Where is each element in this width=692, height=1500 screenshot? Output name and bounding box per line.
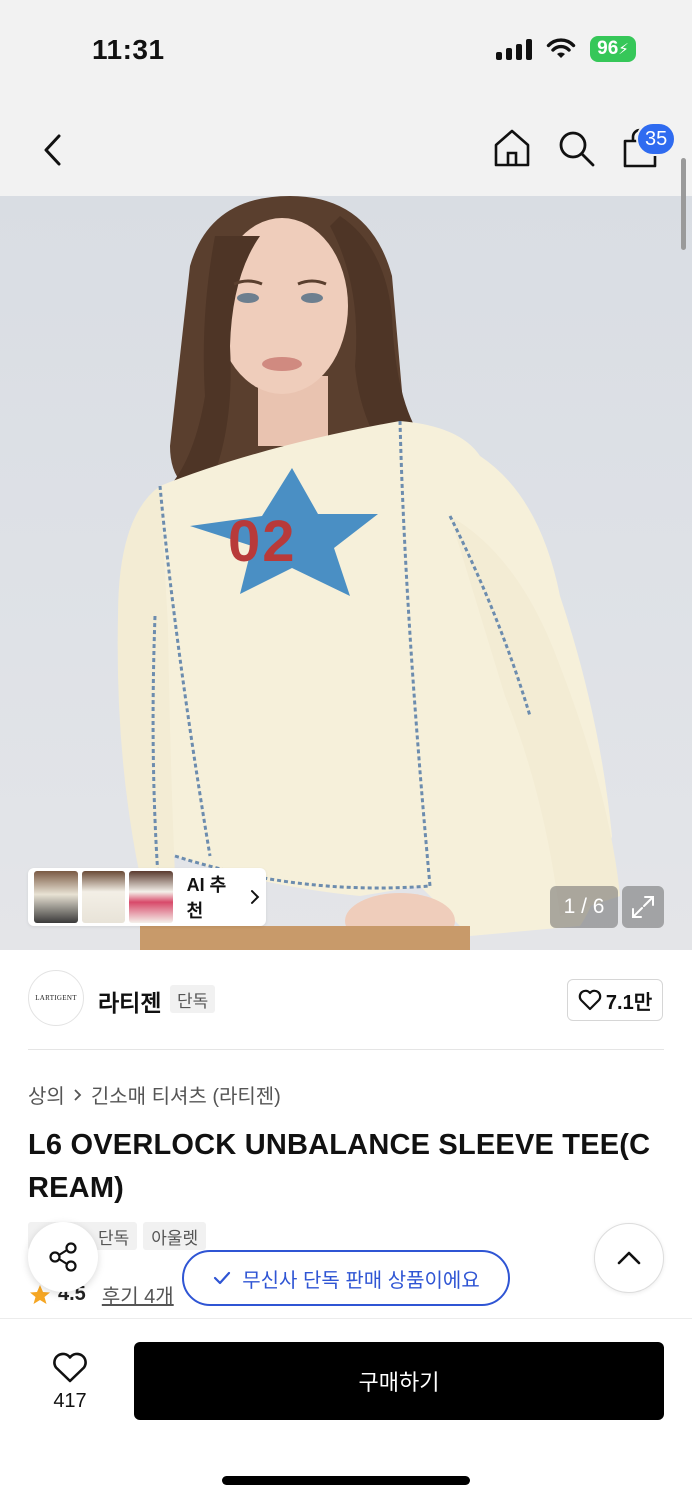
heart-icon — [53, 1352, 87, 1382]
scroll-indicator — [681, 158, 686, 250]
ai-recommend-button[interactable]: AI 추천 — [28, 868, 266, 926]
brand-like-count: 7.1만 — [605, 991, 653, 1014]
recommend-thumbnail — [34, 871, 78, 923]
product-image-gallery[interactable]: 02 — [0, 196, 692, 950]
search-button[interactable] — [554, 126, 598, 170]
breadcrumb-category[interactable]: 상의 — [28, 1080, 65, 1109]
expand-image-button[interactable] — [622, 886, 664, 928]
cart-count-badge: 35 — [636, 122, 677, 156]
brand-name[interactable]: 라티젠 — [98, 984, 161, 1018]
status-bar: 11:31 96 ⚡ — [0, 0, 692, 100]
home-icon — [494, 129, 530, 167]
status-time: 11:31 — [92, 34, 165, 65]
back-button[interactable] — [32, 128, 72, 172]
status-icons: 96 ⚡ — [496, 36, 636, 62]
product-tag: 아울렛 — [143, 1222, 207, 1250]
chevron-right-icon — [74, 1088, 82, 1101]
wifi-icon — [546, 38, 576, 58]
brand-exclusive-tag: 단독 — [170, 985, 216, 1013]
share-button[interactable] — [28, 1222, 98, 1292]
scroll-to-top-button[interactable] — [594, 1223, 664, 1293]
battery-indicator: 96 ⚡ — [590, 36, 636, 62]
product-title: L6 OVERLOCK UNBALANCE SLEEVE TEE(CREAM) — [28, 1129, 651, 1204]
chevron-up-icon — [617, 1251, 641, 1265]
top-navigation — [0, 100, 692, 196]
expand-icon — [632, 896, 654, 918]
wishlist-button[interactable]: 417 — [28, 1342, 112, 1422]
breadcrumb-subcategory[interactable]: 긴소매 티셔츠 (라티젠) — [91, 1080, 281, 1109]
home-indicator — [222, 1476, 470, 1485]
breadcrumb: 상의 긴소매 티셔츠 (라티젠) — [28, 1080, 281, 1109]
heart-icon — [578, 989, 602, 1011]
home-button[interactable] — [490, 126, 534, 170]
battery-level: 96 — [597, 38, 619, 59]
exclusive-toast: 무신사 단독 판매 상품이에요 — [182, 1250, 510, 1306]
cellular-signal-icon — [496, 38, 532, 60]
exclusive-toast-text: 무신사 단독 판매 상품이에요 — [242, 1269, 480, 1292]
wishlist-count: 417 — [53, 1389, 87, 1412]
review-link[interactable]: 후기 4개 — [102, 1280, 174, 1309]
search-icon — [559, 131, 595, 167]
image-pager: 1 / 6 — [550, 886, 618, 928]
buy-button[interactable]: 구매하기 — [134, 1342, 664, 1420]
share-icon — [49, 1242, 77, 1272]
svg-text:02: 02 — [228, 509, 297, 574]
ai-recommend-label: AI 추천 — [187, 871, 260, 923]
brand-like-button[interactable]: 7.1만 — [567, 979, 663, 1021]
recommend-thumbnail — [129, 871, 173, 923]
brand-logo[interactable]: LARTIGENT — [28, 970, 84, 1026]
check-icon — [214, 1271, 231, 1285]
brand-logo-text: LARTIGENT — [35, 994, 77, 1002]
recommend-thumbnail — [81, 871, 126, 923]
chevron-right-icon — [251, 890, 260, 904]
ai-recommend-text: AI 추천 — [186, 875, 227, 921]
chevron-left-icon — [44, 134, 61, 166]
product-photo: 02 — [117, 196, 620, 950]
divider — [28, 1049, 664, 1050]
